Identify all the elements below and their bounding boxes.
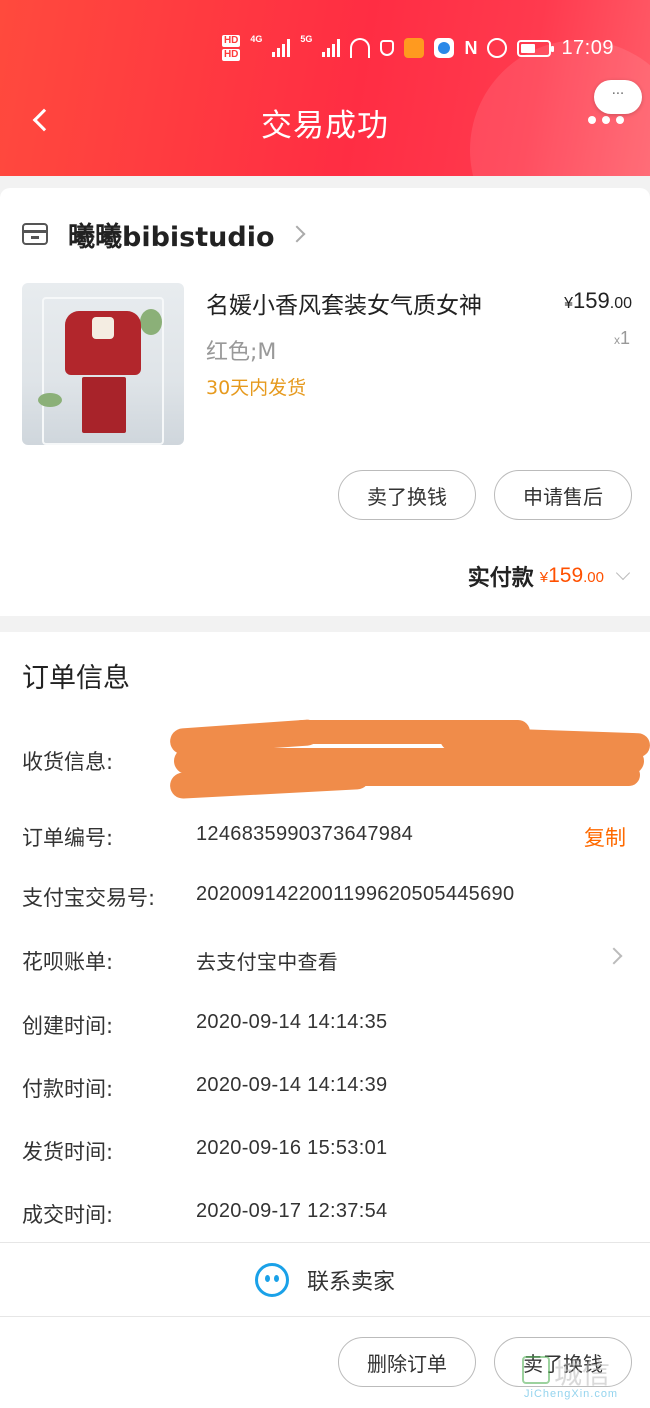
sell-for-cash-button[interactable]: 卖了换钱 (338, 470, 476, 520)
redacted-address (169, 718, 650, 800)
paid-time-label: 付款时间: (22, 1077, 114, 1101)
paid-amount-row[interactable]: 实付款 ¥159.00 (467, 560, 631, 592)
browser-notification-icon (434, 38, 455, 58)
shipping-info-label: 收货信息: (22, 750, 114, 774)
alipay-trade-value: 2020091422001199620505445690 (196, 883, 515, 905)
signal-icon-2 (322, 39, 341, 57)
app-header: HD HD 4G 5G N 17:09 交易成功 ··· (0, 0, 650, 176)
after-sale-button[interactable]: 申请售后 (494, 470, 632, 520)
store-icon (22, 223, 48, 245)
status-time: 17:09 (561, 36, 614, 59)
paid-time-value: 2020-09-14 14:14:39 (196, 1074, 388, 1096)
contact-seller-bar: 联系卖家 (0, 1242, 650, 1316)
completed-time-label: 成交时间: (22, 1203, 114, 1227)
bottom-action-bar: 删除订单 卖了换钱 城信 JiChengXin.com (0, 1316, 650, 1408)
created-time-label: 创建时间: (22, 1014, 114, 1038)
shop-name: 曦曦bibistudio (68, 221, 275, 253)
network-5g-label: 5G (300, 34, 313, 44)
completed-time-value: 2020-09-17 12:37:54 (196, 1200, 388, 1222)
app-notification-icon (404, 38, 425, 58)
nfc-icon: N (464, 37, 478, 58)
product-thumbnail[interactable] (22, 283, 184, 445)
huabei-bill-link[interactable]: 去支付宝中查看 (196, 946, 338, 975)
shipping-note: 30天内发货 (206, 377, 307, 399)
wifi-icon (350, 38, 371, 58)
signal-icon (272, 39, 291, 57)
chevron-right-icon[interactable] (605, 947, 623, 965)
order-item-card: 曦曦bibistudio 名媛小香风套装女气质女神 ¥159.00 红色;M x… (0, 188, 650, 616)
status-bar: HD HD 4G 5G N 17:09 (221, 30, 650, 66)
shipped-time-label: 发货时间: (22, 1140, 114, 1164)
chevron-right-icon (288, 225, 305, 243)
contact-seller-label: 联系卖家 (306, 1270, 395, 1295)
order-info-title: 订单信息 (22, 663, 130, 694)
huabei-bill-label: 花呗账单: (22, 950, 114, 974)
order-number-label: 订单编号: (22, 826, 114, 850)
order-info-section: 订单信息 收货信息: 订单编号: 1246835990373647984 复制 … (0, 632, 650, 1242)
alarm-icon (487, 38, 508, 58)
network-4g-label: 4G (250, 34, 263, 44)
shipped-time-value: 2020-09-16 15:53:01 (196, 1137, 388, 1159)
order-number-value: 1246835990373647984 (196, 823, 414, 845)
page-title: 交易成功 (261, 108, 389, 144)
product-variant: 红色;M (206, 340, 277, 365)
alipay-trade-label: 支付宝交易号: (22, 886, 156, 910)
shop-link[interactable]: 曦曦bibistudio (22, 214, 305, 254)
shield-icon (380, 40, 395, 56)
created-time-value: 2020-09-14 14:14:35 (196, 1011, 388, 1033)
product-price: ¥159.00 (564, 288, 632, 313)
hd-indicator: HD HD (221, 35, 241, 61)
message-bubble[interactable]: ··· (594, 80, 642, 114)
product-title[interactable]: 名媛小香风套装女气质女神 (206, 286, 482, 320)
watermark-logo: 城信 JiChengXin.com (522, 1356, 619, 1400)
product-quantity: x1 (613, 328, 630, 348)
copy-order-number-link[interactable]: 复制 (584, 822, 626, 852)
battery-icon (517, 39, 555, 57)
paid-amount: ¥159.00 (539, 564, 604, 587)
contact-seller-button[interactable]: 联系卖家 (0, 1263, 650, 1297)
chevron-down-icon (615, 565, 631, 581)
paid-label: 实付款 (467, 566, 534, 591)
delete-order-button[interactable]: 删除订单 (338, 1337, 476, 1387)
contact-face-icon (254, 1263, 289, 1297)
